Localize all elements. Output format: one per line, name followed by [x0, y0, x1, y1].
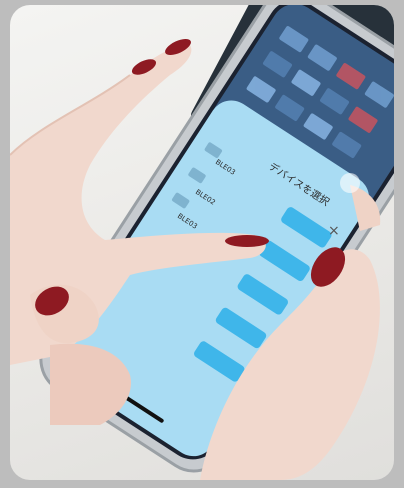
close-icon: ×: [328, 223, 340, 239]
nail-index: [225, 235, 269, 247]
photo-illustration: デバイスを選択 BLE03 BLE02 BLE03 ×: [10, 5, 394, 480]
photo: デバイスを選択 BLE03 BLE02 BLE03 ×: [10, 5, 394, 480]
screenshot-frame: デバイスを選択 BLE03 BLE02 BLE03 ×: [0, 0, 404, 488]
